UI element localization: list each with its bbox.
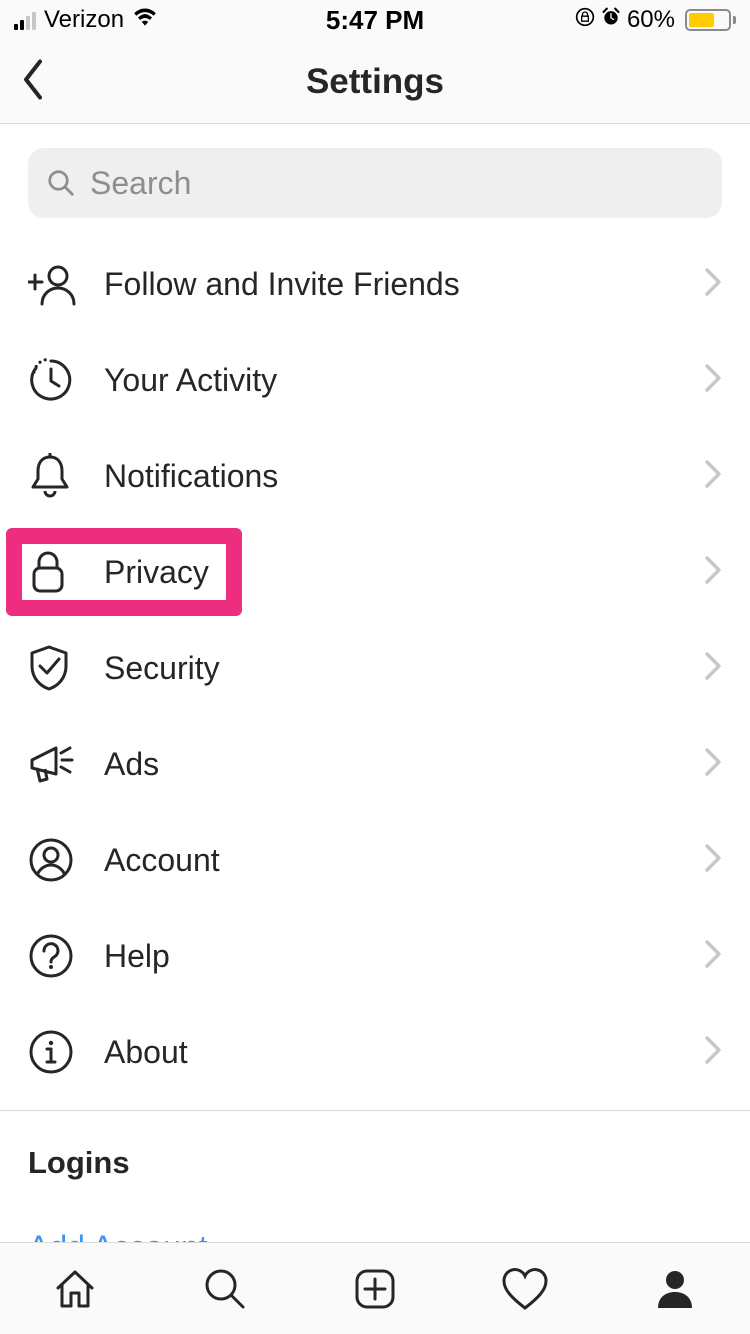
clock-icon <box>28 357 104 403</box>
row-account[interactable]: Account <box>28 812 722 908</box>
tab-profile[interactable] <box>600 1243 750 1334</box>
chevron-right-icon <box>704 747 722 782</box>
status-time: 5:47 PM <box>326 5 424 36</box>
wifi-icon <box>132 6 158 34</box>
search-icon <box>202 1266 248 1312</box>
battery-icon <box>681 9 736 31</box>
home-icon <box>52 1266 98 1312</box>
carrier-label: Verizon <box>44 6 124 34</box>
row-privacy[interactable]: Privacy <box>28 524 722 620</box>
section-title-logins: Logins <box>28 1145 722 1181</box>
chevron-right-icon <box>704 843 722 878</box>
row-help[interactable]: Help <box>28 908 722 1004</box>
search-icon <box>46 168 76 198</box>
tab-home[interactable] <box>0 1243 150 1334</box>
settings-content: Follow and Invite Friends Your Activity <box>0 148 750 1266</box>
heart-icon <box>500 1266 550 1312</box>
row-about[interactable]: About <box>28 1004 722 1100</box>
back-button[interactable] <box>20 57 46 106</box>
alarm-icon <box>601 6 621 34</box>
search-input[interactable] <box>90 165 704 202</box>
row-label: Help <box>104 938 704 975</box>
add-user-icon <box>28 262 104 306</box>
megaphone-icon <box>28 742 104 786</box>
nav-header: Settings <box>0 40 750 124</box>
tab-activity[interactable] <box>450 1243 600 1334</box>
row-label: Account <box>104 842 704 879</box>
status-left: Verizon <box>14 6 158 34</box>
row-label: Security <box>104 650 704 687</box>
row-ads[interactable]: Ads <box>28 716 722 812</box>
chevron-right-icon <box>704 651 722 686</box>
bell-icon <box>28 453 104 499</box>
info-icon <box>28 1029 104 1075</box>
user-circle-icon <box>28 837 104 883</box>
chevron-right-icon <box>704 267 722 302</box>
row-your-activity[interactable]: Your Activity <box>28 332 722 428</box>
tab-search[interactable] <box>150 1243 300 1334</box>
lock-rotation-icon <box>575 6 595 34</box>
chevron-right-icon <box>704 555 722 590</box>
plus-square-icon <box>352 1266 398 1312</box>
page-title: Settings <box>306 62 444 102</box>
chevron-right-icon <box>704 363 722 398</box>
row-label: Notifications <box>104 458 704 495</box>
row-security[interactable]: Security <box>28 620 722 716</box>
tab-create[interactable] <box>300 1243 450 1334</box>
help-circle-icon <box>28 933 104 979</box>
chevron-right-icon <box>704 1035 722 1070</box>
tab-bar <box>0 1242 750 1334</box>
row-label: About <box>104 1034 704 1071</box>
status-right: 60% <box>575 6 736 34</box>
row-follow-invite[interactable]: Follow and Invite Friends <box>28 236 722 332</box>
divider <box>0 1110 750 1111</box>
chevron-right-icon <box>704 939 722 974</box>
signal-bars-icon <box>14 10 36 30</box>
battery-percent: 60% <box>627 6 675 34</box>
row-label: Follow and Invite Friends <box>104 266 704 303</box>
status-bar: Verizon 5:47 PM 60% <box>0 0 750 40</box>
lock-icon <box>28 549 104 595</box>
search-container <box>28 148 722 218</box>
shield-check-icon <box>28 644 104 692</box>
profile-icon <box>652 1266 698 1312</box>
row-label: Ads <box>104 746 704 783</box>
row-notifications[interactable]: Notifications <box>28 428 722 524</box>
chevron-right-icon <box>704 459 722 494</box>
row-label: Your Activity <box>104 362 704 399</box>
row-label: Privacy <box>104 554 704 591</box>
search-field[interactable] <box>28 148 722 218</box>
